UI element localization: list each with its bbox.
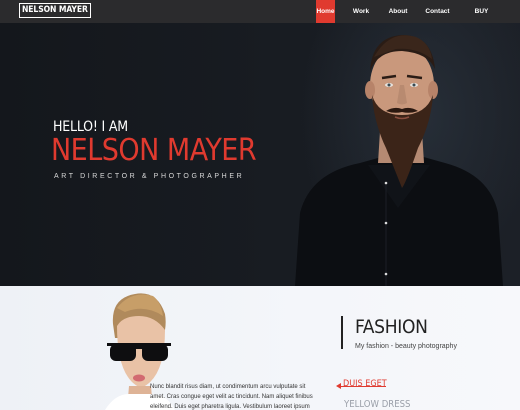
category-accent-bar: [341, 316, 343, 349]
nav-item-work[interactable]: Work: [351, 0, 371, 23]
hero-name: NELSON MAYER: [51, 133, 257, 168]
portfolio-description: Nunc blandit risus diam, ut condimentum …: [150, 382, 340, 410]
description-line: eleifend. Duis eget pharetra ligula. Ves…: [150, 404, 310, 410]
description-line: amet. Cras congue eget velit ac tincidun…: [150, 394, 313, 400]
hero-portrait-image: [295, 35, 503, 286]
top-navbar: NELSON MAYER Home Work About Contact BUY…: [0, 0, 520, 38]
hero-section: HELLO! I AM NELSON MAYER ART DIRECTOR & …: [0, 23, 520, 286]
portfolio-item-duis-eget[interactable]: DUIS EGET: [343, 379, 387, 389]
nav-item-home[interactable]: Home: [316, 0, 335, 23]
nav-item-contact[interactable]: Contact: [425, 0, 450, 23]
category-title: FASHION: [355, 316, 428, 338]
description-line: Nunc blandit risus diam, ut condimentum …: [150, 384, 306, 390]
nav-item-about[interactable]: About: [387, 0, 409, 23]
portfolio-section: Nunc blandit risus diam, ut condimentum …: [0, 286, 520, 410]
portfolio-item-yellow-dress[interactable]: YELLOW DRESS: [344, 399, 410, 410]
category-subtitle: My fashion - beauty photography: [355, 343, 457, 350]
brand-logo[interactable]: NELSON MAYER: [19, 3, 91, 18]
nav-item-buy-now[interactable]: BUY NOW!: [466, 0, 497, 38]
hero-role: ART DIRECTOR & PHOTOGRAPHER: [54, 173, 245, 180]
